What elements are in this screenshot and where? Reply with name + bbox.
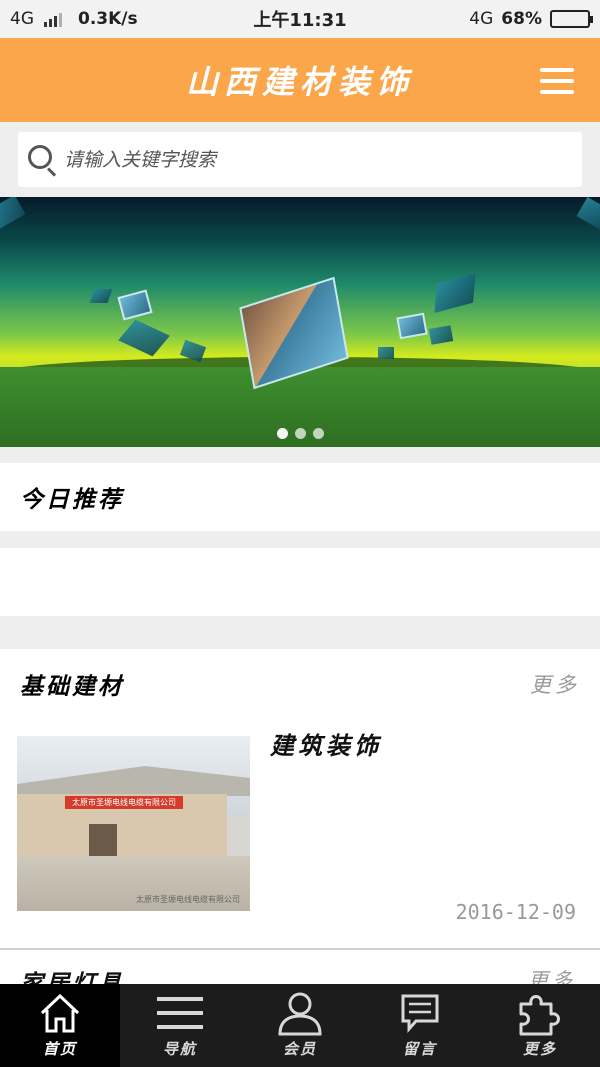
status-right: 4G 68% bbox=[370, 9, 593, 29]
section-title-basic: 基础建材 bbox=[20, 672, 124, 700]
search-box[interactable] bbox=[18, 132, 582, 187]
app-header: 山西建材装饰 bbox=[0, 38, 600, 122]
section-header-today: 今日推荐 bbox=[0, 463, 600, 531]
thumbnail-sign: 太原市圣塬电线电缆有限公司 bbox=[65, 796, 183, 809]
signal-icon bbox=[44, 11, 62, 27]
nav-label-home: 首页 bbox=[42, 1040, 77, 1058]
network-label: 4G bbox=[10, 9, 34, 29]
nav-item-home[interactable]: 首页 bbox=[0, 984, 120, 1067]
article-card[interactable]: 太原市圣塬电线电缆有限公司 太原市圣塬电线电缆有限公司 建筑装饰 2016-12… bbox=[0, 718, 600, 948]
banner-tile bbox=[89, 289, 113, 303]
battery-percent: 68% bbox=[501, 9, 542, 29]
nav-label-more: 更多 bbox=[522, 1040, 557, 1058]
carousel-dots bbox=[0, 428, 600, 439]
bottom-nav: 首页 导航 会员 留言 更多 bbox=[0, 984, 600, 1067]
message-icon bbox=[395, 990, 445, 1036]
banner-tile bbox=[434, 272, 476, 314]
section-title-today: 今日推荐 bbox=[20, 486, 124, 513]
network-label-right: 4G bbox=[469, 9, 494, 29]
article-title[interactable]: 建筑装饰 bbox=[270, 726, 382, 761]
banner-tile bbox=[378, 347, 394, 359]
banner-tile bbox=[0, 197, 26, 230]
more-link-basic[interactable]: 更多 bbox=[530, 669, 580, 699]
thumbnail-watermark: 太原市圣塬电线电缆有限公司 bbox=[136, 895, 240, 904]
banner-tile bbox=[428, 325, 454, 345]
nav-label-member: 会员 bbox=[282, 1040, 317, 1058]
network-speed: 0.3K/s bbox=[78, 9, 138, 29]
banner-tile bbox=[118, 319, 170, 357]
nav-item-message[interactable]: 留言 bbox=[360, 984, 480, 1067]
nav-label-navigation: 导航 bbox=[162, 1040, 197, 1058]
banner-tile bbox=[576, 197, 600, 232]
search-bar bbox=[0, 122, 600, 197]
status-bar: 4G 0.3K/s 上午11:31 4G 68% bbox=[0, 0, 600, 38]
app-screen: 4G 0.3K/s 上午11:31 4G 68% 山西建材装饰 请输入关键字搜索… bbox=[0, 0, 600, 1067]
user-icon bbox=[275, 990, 325, 1036]
battery-icon bbox=[550, 10, 593, 28]
article-thumbnail[interactable]: 太原市圣塬电线电缆有限公司 太原市圣塬电线电缆有限公司 bbox=[17, 736, 250, 911]
hamburger-menu-icon[interactable] bbox=[540, 68, 574, 94]
nav-item-navigation[interactable]: 导航 bbox=[120, 984, 240, 1067]
status-left: 4G 0.3K/s bbox=[10, 9, 230, 29]
nav-item-member[interactable]: 会员 bbox=[240, 984, 360, 1067]
list-icon bbox=[155, 990, 205, 1036]
home-icon bbox=[35, 990, 85, 1036]
banner-cube-small bbox=[396, 312, 428, 340]
section-header-basic: 基础建材 更多 bbox=[0, 649, 600, 718]
article-date: 2016-12-09 bbox=[455, 900, 576, 924]
carousel-dot[interactable] bbox=[294, 428, 306, 439]
today-content-area bbox=[0, 548, 600, 616]
puzzle-icon bbox=[515, 990, 565, 1036]
nav-label-message: 留言 bbox=[402, 1040, 437, 1058]
app-title: 山西建材装饰 bbox=[185, 63, 414, 101]
search-input[interactable] bbox=[64, 148, 544, 171]
carousel-dot[interactable] bbox=[312, 428, 324, 439]
search-icon[interactable] bbox=[26, 143, 60, 177]
banner-cube-small bbox=[117, 289, 153, 321]
status-time: 上午11:31 bbox=[253, 10, 347, 31]
banner-carousel[interactable] bbox=[0, 197, 600, 447]
nav-item-more[interactable]: 更多 bbox=[480, 984, 600, 1067]
carousel-dot[interactable] bbox=[276, 428, 288, 439]
